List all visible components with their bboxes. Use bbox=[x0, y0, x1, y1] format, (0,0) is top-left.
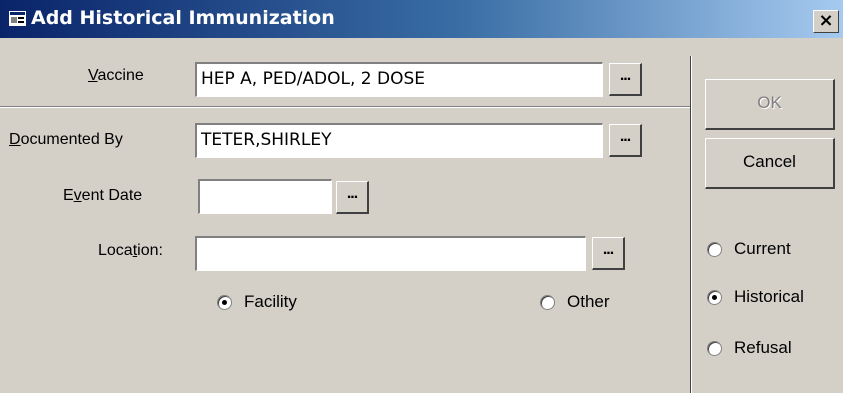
ok-button[interactable]: OK bbox=[705, 79, 835, 130]
add-historical-immunization-dialog: Add Historical Immunization × Vaccine HE… bbox=[0, 0, 843, 393]
documented-by-label-post: ocumented By bbox=[20, 131, 123, 148]
facility-radio-label[interactable]: Facility bbox=[244, 292, 297, 312]
refusal-radio-label[interactable]: Refusal bbox=[734, 338, 792, 358]
vaccine-label-post: accine bbox=[97, 67, 144, 84]
location-field[interactable] bbox=[195, 236, 586, 271]
event-date-label: Event Date bbox=[63, 187, 142, 205]
event-date-label-accesskey: v bbox=[73, 187, 82, 204]
vaccine-lookup-button[interactable]: ... bbox=[609, 63, 642, 96]
panel-divider-highlight bbox=[691, 56, 692, 393]
vaccine-label: Vaccine bbox=[88, 67, 144, 85]
documented-by-lookup-button[interactable]: ... bbox=[609, 124, 642, 157]
refusal-radio[interactable] bbox=[707, 341, 722, 356]
ok-button-label: OK bbox=[757, 93, 782, 112]
event-date-label-post: ent Date bbox=[81, 187, 143, 204]
title-bar[interactable]: Add Historical Immunization × bbox=[0, 0, 843, 38]
section-divider-highlight bbox=[0, 107, 690, 108]
documented-by-field[interactable]: TETER,SHIRLEY bbox=[195, 123, 603, 158]
location-label: Location: bbox=[98, 242, 163, 260]
vaccine-field[interactable]: HEP A, PED/ADOL, 2 DOSE bbox=[195, 62, 603, 97]
event-date-picker-button[interactable]: ... bbox=[336, 181, 369, 214]
other-radio[interactable] bbox=[540, 295, 555, 310]
app-window-icon bbox=[9, 11, 26, 26]
historical-radio-label[interactable]: Historical bbox=[734, 287, 804, 307]
current-radio-label[interactable]: Current bbox=[734, 239, 791, 259]
documented-by-label: Documented By bbox=[9, 131, 123, 149]
event-date-label-pre: E bbox=[63, 187, 74, 204]
facility-radio[interactable] bbox=[217, 295, 232, 310]
location-lookup-button[interactable]: ... bbox=[592, 237, 625, 270]
cancel-button-label: Cancel bbox=[743, 152, 796, 171]
location-label-post: ion: bbox=[137, 242, 163, 259]
cancel-button[interactable]: Cancel bbox=[705, 138, 835, 189]
window-title: Add Historical Immunization bbox=[31, 7, 335, 29]
historical-radio[interactable] bbox=[707, 290, 722, 305]
location-label-pre: Loca bbox=[98, 242, 133, 259]
close-button[interactable]: × bbox=[813, 10, 839, 33]
event-date-field[interactable] bbox=[198, 179, 332, 214]
current-radio[interactable] bbox=[707, 242, 722, 257]
documented-by-label-accesskey: D bbox=[9, 131, 21, 148]
other-radio-label[interactable]: Other bbox=[567, 292, 610, 312]
